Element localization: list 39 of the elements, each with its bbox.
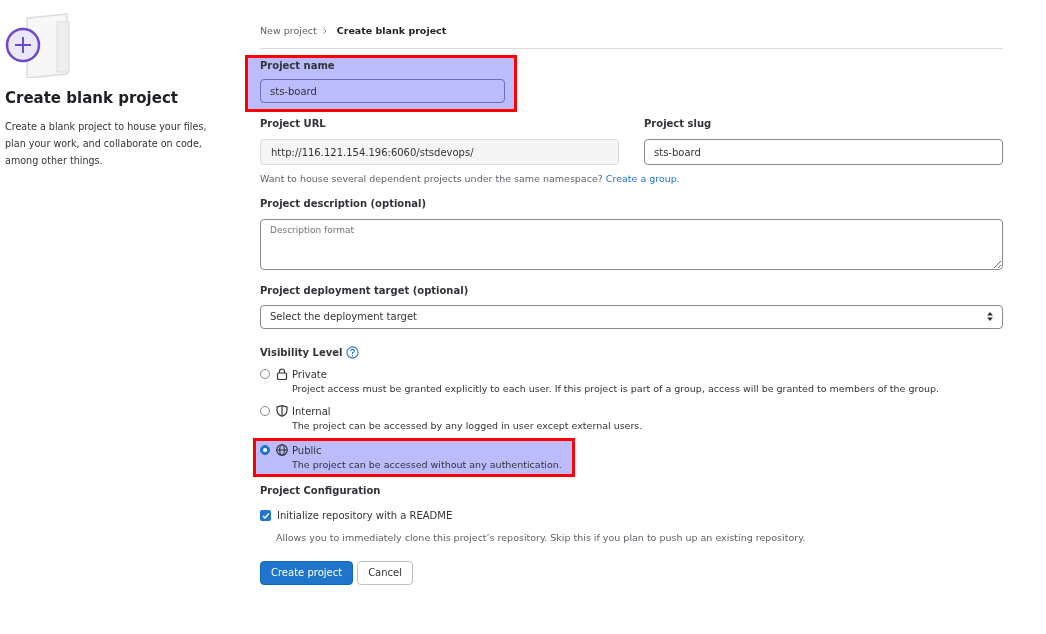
- sort-caret-icon: [987, 312, 993, 321]
- project-url-field: http://116.121.154.196:6060/stsdevops/: [260, 139, 619, 166]
- project-description-field[interactable]: Description format: [260, 218, 1003, 270]
- option-description: Project access must be granted explicitly to each user. If this project is part of a group, access will be granted to members of the group.: [292, 381, 940, 396]
- help-icon[interactable]: [346, 345, 360, 359]
- shield-icon: [276, 404, 288, 417]
- page-title: Create blank project: [5, 88, 179, 109]
- visibility-radio[interactable]: [260, 368, 270, 379]
- option-label: Private: [292, 367, 328, 382]
- breadcrumb-link[interactable]: New project: [260, 24, 317, 39]
- visibility-radio[interactable]: [260, 445, 270, 455]
- intro-description: Create a blank project to house your files, plan your work, and collaborate on code, among other things.: [5, 119, 208, 168]
- field-label: Project name: [260, 59, 336, 74]
- option-label: Public: [292, 444, 323, 458]
- field-label: Visibility Level: [260, 345, 343, 360]
- globe-icon: [276, 444, 288, 456]
- option-description: The project can be accessed without any authentication.: [292, 458, 562, 472]
- new-project-illustration-icon: [5, 12, 71, 78]
- namespace-hint: Want to house several dependent projects under the same namespace? Create a group.: [260, 172, 681, 187]
- readme-checkbox[interactable]: [260, 510, 271, 522]
- field-label: Project description (optional): [260, 196, 428, 211]
- create-project-button[interactable]: Create project: [260, 560, 354, 585]
- create-group-link[interactable]: Create a group.: [605, 173, 680, 185]
- project-name-field[interactable]: sts-board: [260, 79, 505, 104]
- lock-icon: [276, 367, 288, 380]
- chevron-right-icon: [322, 28, 327, 35]
- readme-help-text: Allows you to immediately clone this project’s repository. Skip this if you plan to push up an existing repository.: [276, 531, 807, 546]
- project-slug-field[interactable]: sts-board: [644, 139, 1003, 166]
- field-label: Project URL: [260, 117, 327, 132]
- deployment-target-dropdown[interactable]: Select the deployment target: [260, 304, 1003, 329]
- checkbox-label: Initialize repository with a README: [277, 509, 453, 524]
- breadcrumb-link[interactable]: Create blank project: [336, 24, 447, 39]
- field-label: Project slug: [644, 117, 713, 132]
- visibility-radio[interactable]: [260, 405, 270, 416]
- cancel-button[interactable]: Cancel: [357, 560, 413, 585]
- field-label: Project Configuration: [260, 484, 382, 499]
- option-label: Internal: [292, 404, 332, 419]
- field-label: Project deployment target (optional): [260, 283, 470, 298]
- option-description: The project can be accessed by any logged in user except external users.: [292, 418, 643, 433]
